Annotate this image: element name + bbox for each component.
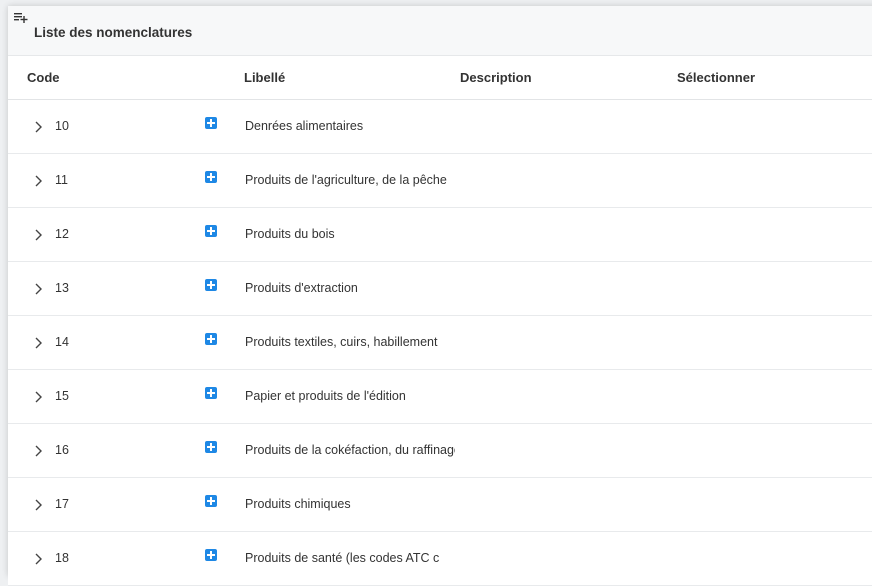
- plus-box-icon[interactable]: [205, 333, 217, 345]
- chevron-right-icon[interactable]: [34, 445, 44, 457]
- row-code: 14: [55, 335, 69, 349]
- chevron-right-icon[interactable]: [34, 283, 44, 295]
- row-code: 13: [55, 281, 69, 295]
- table-row[interactable]: 12 Produits du bois: [8, 208, 872, 262]
- chevron-right-icon[interactable]: [34, 175, 44, 187]
- table-row[interactable]: 14 Produits textiles, cuirs, habillement: [8, 316, 872, 370]
- chevron-right-icon[interactable]: [34, 121, 44, 133]
- row-code: 18: [55, 551, 69, 565]
- row-libelle: Papier et produits de l'édition: [245, 389, 406, 403]
- chevron-right-icon[interactable]: [34, 391, 44, 403]
- panel-header: Liste des nomenclatures: [8, 6, 872, 56]
- table-header: Code Libellé Description Sélectionner: [8, 56, 872, 100]
- plus-box-icon[interactable]: [205, 279, 217, 291]
- row-libelle: Produits textiles, cuirs, habillement: [245, 335, 438, 349]
- table-row[interactable]: 10 Denrées alimentaires: [8, 100, 872, 154]
- column-header-description[interactable]: Description: [460, 70, 532, 85]
- plus-box-icon[interactable]: [205, 441, 217, 453]
- panel-title: Liste des nomenclatures: [34, 25, 193, 40]
- row-libelle: Produits de la cokéfaction, du raffinage: [245, 443, 455, 457]
- column-header-code[interactable]: Code: [27, 70, 60, 85]
- row-code: 10: [55, 119, 69, 133]
- row-code: 11: [55, 173, 68, 187]
- row-libelle: Produits d'extraction: [245, 281, 358, 295]
- row-libelle: Produits de l'agriculture, de la pêche: [245, 173, 447, 187]
- column-header-select[interactable]: Sélectionner: [677, 70, 755, 85]
- row-libelle: Produits de santé (les codes ATC c: [245, 551, 440, 565]
- plus-box-icon[interactable]: [205, 117, 217, 129]
- plus-box-icon[interactable]: [205, 549, 217, 561]
- row-libelle: Denrées alimentaires: [245, 119, 364, 133]
- row-libelle: Produits du bois: [245, 227, 335, 241]
- table-row[interactable]: 18 Produits de santé (les codes ATC c: [8, 532, 872, 586]
- table-row[interactable]: 13 Produits d'extraction: [8, 262, 872, 316]
- row-code: 16: [55, 443, 69, 457]
- table-row[interactable]: 11 Produits de l'agriculture, de la pêch…: [8, 154, 872, 208]
- chevron-right-icon[interactable]: [34, 337, 44, 349]
- row-code: 12: [55, 227, 69, 241]
- plus-box-icon[interactable]: [205, 495, 217, 507]
- row-code: 15: [55, 389, 69, 403]
- table-body: 10 Denrées alimentaires 11 Produits de l…: [8, 100, 872, 586]
- row-code: 17: [55, 497, 69, 511]
- playlist-add-icon[interactable]: [14, 12, 28, 26]
- chevron-right-icon[interactable]: [34, 553, 44, 565]
- column-header-libelle[interactable]: Libellé: [244, 70, 285, 85]
- table-row[interactable]: 15 Papier et produits de l'édition: [8, 370, 872, 424]
- plus-box-icon[interactable]: [205, 171, 217, 183]
- table-row[interactable]: 16 Produits de la cokéfaction, du raffin…: [8, 424, 872, 478]
- plus-box-icon[interactable]: [205, 387, 217, 399]
- chevron-right-icon[interactable]: [34, 229, 44, 241]
- nomenclature-panel: Liste des nomenclatures Code Libellé Des…: [8, 6, 872, 586]
- table-row[interactable]: 17 Produits chimiques: [8, 478, 872, 532]
- row-libelle: Produits chimiques: [245, 497, 351, 511]
- plus-box-icon[interactable]: [205, 225, 217, 237]
- chevron-right-icon[interactable]: [34, 499, 44, 511]
